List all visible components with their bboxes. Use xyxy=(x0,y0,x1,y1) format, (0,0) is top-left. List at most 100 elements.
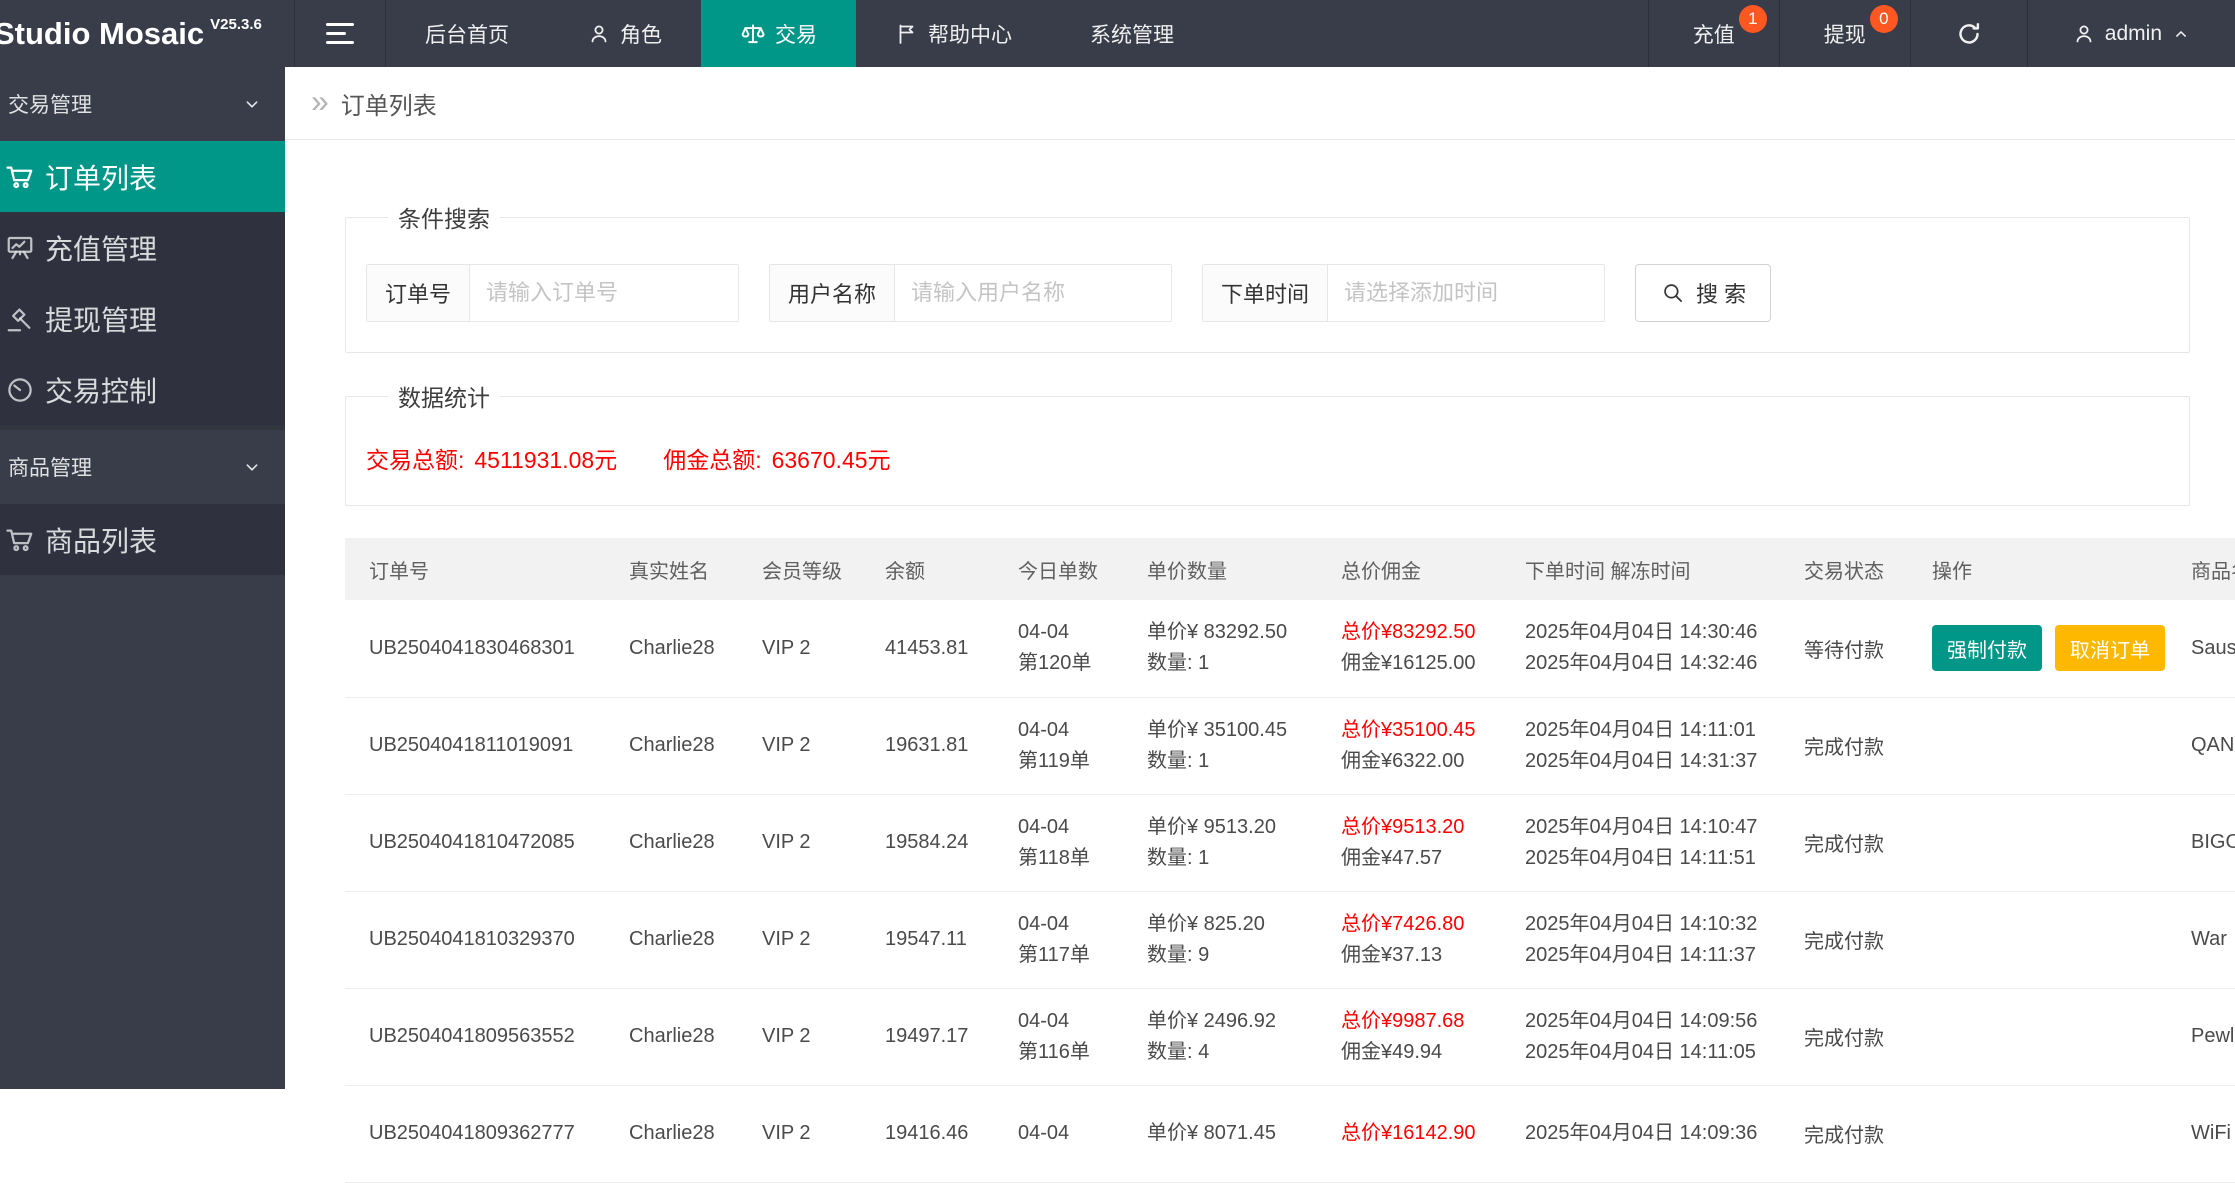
cell-total-price: 总价¥16142.90 xyxy=(1341,1122,1476,1144)
order-time-field-label: 下单时间 xyxy=(1203,265,1329,321)
sidebar-group-product-management[interactable]: 商品管理 xyxy=(0,430,285,504)
sidebar-item-withdraw-management[interactable]: 提现管理 xyxy=(0,283,285,354)
cell-vip-level: VIP 2 xyxy=(738,794,861,892)
nav-item-roles[interactable]: 角色 xyxy=(548,0,701,67)
nav-item-system-admin[interactable]: 系统管理 xyxy=(1051,0,1213,67)
order-no-input[interactable] xyxy=(470,265,739,321)
cell-commission: 佣金¥49.94 xyxy=(1341,1040,1443,1063)
user-icon xyxy=(2076,25,2092,42)
nav-item-help-center[interactable]: 帮助中心 xyxy=(856,0,1051,67)
cell-balance: 19631.81 xyxy=(861,697,994,795)
cell-unfreeze-time: 2025年04月04日 14:11:05 xyxy=(1525,1040,1756,1063)
sidebar: 交易管理 订单列表 充值管理 提现管理 交易控制 商品管理 商品列表 xyxy=(0,67,285,1089)
cell-unfreeze-time: 2025年04月04日 14:31:37 xyxy=(1525,749,1758,772)
cell-unit-price-qty: 单价¥ 825.20 数量: 9 xyxy=(1123,891,1317,989)
user-menu[interactable]: admin xyxy=(2026,0,2235,67)
cell-balance: 19547.11 xyxy=(861,891,994,989)
sidebar-collapse-button[interactable] xyxy=(294,0,386,67)
cell-product: BIGO xyxy=(2167,794,2235,892)
stat-label: 交易总额: xyxy=(366,447,465,473)
breadcrumb-chevrons-icon: » xyxy=(311,83,329,119)
cell-unit-price: 单价¥ 9513.20 xyxy=(1147,815,1276,838)
cell-real-name: Charlie28 xyxy=(605,794,738,892)
cell-balance: 19416.46 xyxy=(861,1085,994,1183)
nav-item-trade[interactable]: 交易 xyxy=(701,0,856,67)
sidebar-item-label: 充值管理 xyxy=(45,233,158,265)
cell-order-time: 2025年04月04日 14:11:01 xyxy=(1525,718,1756,741)
sidebar-item-product-list[interactable]: 商品列表 xyxy=(0,504,285,575)
cell-unfreeze-time: 2025年04月04日 14:32:46 xyxy=(1525,652,1758,675)
sidebar-group-trade-management[interactable]: 交易管理 xyxy=(0,67,285,141)
cell-order-no: UB2504041830468301 xyxy=(345,600,605,698)
cell-vip-level: VIP 2 xyxy=(738,697,861,795)
cell-product: War xyxy=(2167,891,2235,989)
sidebar-item-trade-control[interactable]: 交易控制 xyxy=(0,354,285,425)
table-header-row: 订单号 真实姓名 会员等级 余额 今日单数 单价数量 总价佣金 下单时间 解冻时… xyxy=(345,538,2235,600)
row-actions xyxy=(1908,988,2167,1086)
recharge-badge: 1 xyxy=(1738,4,1767,33)
cell-total-commission: 总价¥9987.68 佣金¥49.94 xyxy=(1317,988,1501,1086)
cell-unit-price: 单价¥ 35100.45 xyxy=(1147,718,1288,741)
sidebar-item-order-list[interactable]: 订单列表 xyxy=(0,141,285,212)
sidebar-group-label: 交易管理 xyxy=(8,94,92,117)
nav-item-dashboard[interactable]: 后台首页 xyxy=(386,0,548,67)
order-time-input[interactable] xyxy=(1328,265,1605,321)
breadcrumb: » 订单列表 xyxy=(285,67,2235,140)
recharge-button[interactable]: 充值 1 xyxy=(1647,0,1779,67)
sidebar-item-label: 商品列表 xyxy=(45,525,158,557)
cell-product: QAN xyxy=(2167,697,2235,795)
cell-day: 04-04 xyxy=(1018,1009,1070,1032)
order-no-field-group: 订单号 xyxy=(366,264,740,322)
refresh-icon xyxy=(1959,22,1979,44)
cell-order-seq: 第120单 xyxy=(1018,652,1092,675)
withdraw-button[interactable]: 提现 0 xyxy=(1778,0,1910,67)
cancel-order-button[interactable]: 取消订单 xyxy=(2055,625,2165,672)
cell-total-price: 总价¥35100.45 xyxy=(1341,718,1476,741)
cell-vip-level: VIP 2 xyxy=(738,891,861,989)
nav-item-label: 系统管理 xyxy=(1090,23,1174,47)
search-button[interactable]: 搜 索 xyxy=(1635,264,1772,322)
cell-balance: 19497.17 xyxy=(861,988,994,1086)
cell-total-price: 总价¥9513.20 xyxy=(1341,815,1465,838)
cell-order-time: 2025年04月04日 14:10:32 xyxy=(1525,912,1758,935)
cell-times: 2025年04月04日 14:10:32 2025年04月04日 14:11:3… xyxy=(1501,891,1780,989)
cell-real-name: Charlie28 xyxy=(605,1085,738,1183)
cell-status: 完成付款 xyxy=(1780,891,1908,989)
chevron-down-icon xyxy=(246,464,258,471)
cell-total-price: 总价¥83292.50 xyxy=(1341,621,1476,644)
cell-real-name: Charlie28 xyxy=(605,600,738,698)
cell-quantity: 数量: 9 xyxy=(1147,943,1210,966)
refresh-button[interactable] xyxy=(1909,0,2027,67)
nav-item-label: 帮助中心 xyxy=(928,23,1012,47)
cell-total-price: 总价¥9987.68 xyxy=(1341,1009,1465,1032)
cell-unit-price-qty: 单价¥ 9513.20 数量: 1 xyxy=(1123,794,1317,892)
force-pay-button[interactable]: 强制付款 xyxy=(1932,625,2042,672)
cell-day: 04-04 xyxy=(1018,621,1070,644)
user-name-input[interactable] xyxy=(895,265,1172,321)
cell-order-time: 2025年04月04日 14:09:36 xyxy=(1525,1122,1758,1144)
cell-unfreeze-time: 2025年04月04日 14:11:51 xyxy=(1525,846,1756,869)
nav-item-label: 交易 xyxy=(775,23,817,47)
cell-today-orders: 04-04 第117单 xyxy=(994,891,1123,989)
cell-total-commission: 总价¥16142.90 xyxy=(1317,1085,1501,1183)
app-version: V25.3.6 xyxy=(210,16,262,33)
cell-day: 04-04 xyxy=(1018,1122,1070,1144)
table-row: UB2504041830468301 Charlie28 VIP 2 41453… xyxy=(345,600,2235,698)
cell-order-time: 2025年04月04日 14:30:46 xyxy=(1525,621,1758,644)
cell-unit-price: 单价¥ 8071.45 xyxy=(1147,1122,1276,1144)
order-table: 订单号 真实姓名 会员等级 余额 今日单数 单价数量 总价佣金 下单时间 解冻时… xyxy=(345,538,2235,1183)
cell-order-no: UB2504041810329370 xyxy=(345,891,605,989)
cell-total-price: 总价¥7426.80 xyxy=(1341,912,1465,935)
cell-real-name: Charlie28 xyxy=(605,891,738,989)
row-actions xyxy=(1908,891,2167,989)
breadcrumb-current: 订单列表 xyxy=(340,92,437,120)
table-row: UB2504041809563552 Charlie28 VIP 2 19497… xyxy=(345,988,2235,1086)
sidebar-item-recharge-management[interactable]: 充值管理 xyxy=(0,212,285,283)
order-no-field-label: 订单号 xyxy=(367,265,471,321)
col-unit-price-qty: 单价数量 xyxy=(1123,538,1317,600)
cell-unit-price-qty: 单价¥ 8071.45 xyxy=(1123,1085,1317,1183)
cell-order-time: 2025年04月04日 14:10:47 xyxy=(1525,815,1758,838)
cell-status: 完成付款 xyxy=(1780,1085,1908,1183)
search-button-label: 搜 索 xyxy=(1696,282,1747,307)
col-product: 商品名称 xyxy=(2167,538,2235,600)
